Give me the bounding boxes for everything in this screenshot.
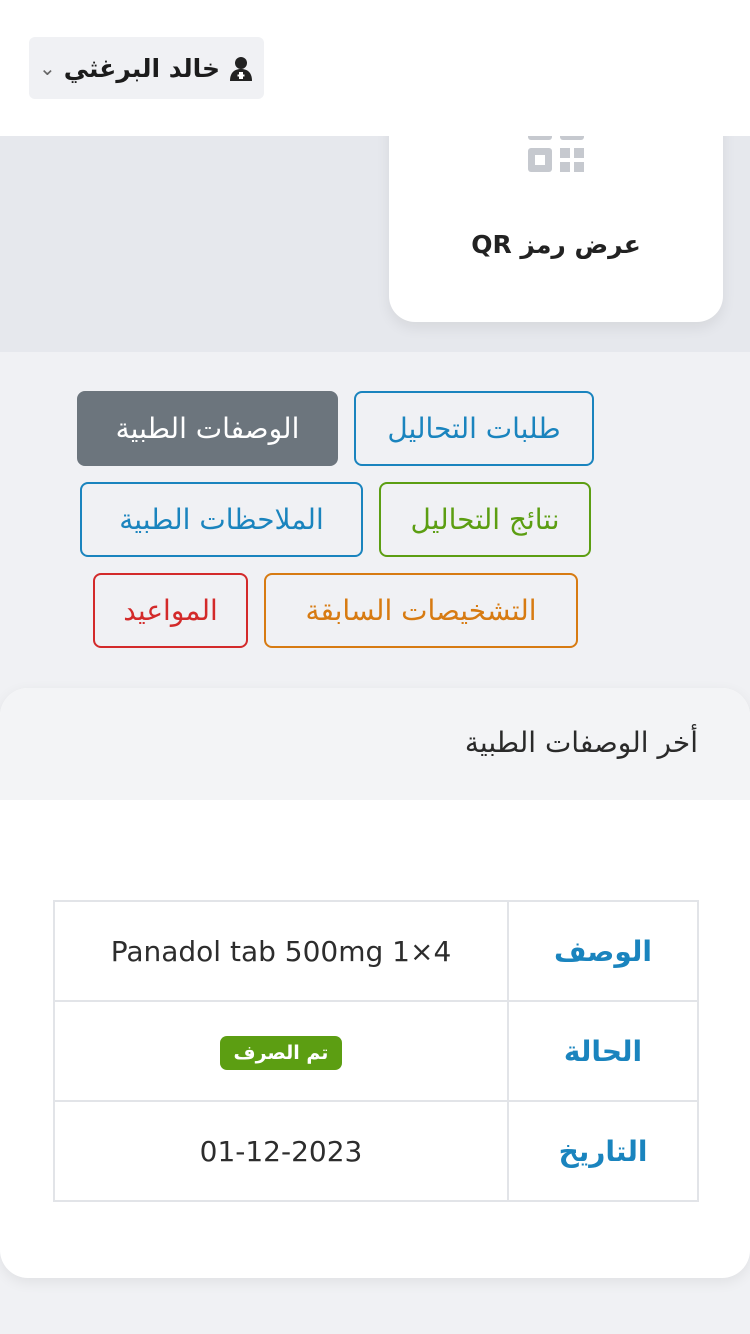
status-cell: تم الصرف: [53, 1000, 509, 1102]
card-title: أخر الوصفات الطبية: [464, 726, 698, 759]
prescription-table: Panadol tab 500mg 1×4 الوصف تم الصرف الح…: [53, 900, 699, 1202]
top-header: ⌄ خالد البرغثي: [0, 0, 750, 136]
date-label: التاريخ: [507, 1100, 699, 1202]
show-qr-label: عرض رمز QR: [471, 230, 641, 259]
tab-lab-results[interactable]: نتائج التحاليل: [379, 482, 591, 557]
status-badge: تم الصرف: [219, 1035, 343, 1070]
user-name: خالد البرغثي: [63, 53, 220, 83]
table-row: تم الصرف الحالة: [53, 1000, 699, 1102]
tab-lab-requests[interactable]: طلبات التحاليل: [354, 391, 594, 466]
description-value: Panadol tab 500mg 1×4: [53, 900, 509, 1002]
tab-medical-notes[interactable]: الملاحظات الطبية: [80, 482, 363, 557]
user-doctor-icon: [230, 57, 252, 81]
tab-previous-diagnoses[interactable]: التشخيصات السابقة: [264, 573, 578, 648]
table-row: 01-12-2023 التاريخ: [53, 1100, 699, 1202]
latest-prescriptions-card: أخر الوصفات الطبية Panadol tab 500mg 1×4…: [0, 688, 750, 1278]
table-row: Panadol tab 500mg 1×4 الوصف: [53, 900, 699, 1002]
date-value: 01-12-2023: [53, 1100, 509, 1202]
user-menu-button[interactable]: ⌄ خالد البرغثي: [29, 37, 264, 99]
chevron-down-icon[interactable]: ⌄: [39, 58, 56, 78]
description-label: الوصف: [507, 900, 699, 1002]
card-header: أخر الوصفات الطبية: [0, 688, 750, 800]
tab-appointments[interactable]: المواعيد: [93, 573, 248, 648]
show-qr-card[interactable]: عرض رمز QR: [389, 106, 723, 322]
status-label: الحالة: [507, 1000, 699, 1102]
tab-prescriptions[interactable]: الوصفات الطبية: [77, 391, 338, 466]
